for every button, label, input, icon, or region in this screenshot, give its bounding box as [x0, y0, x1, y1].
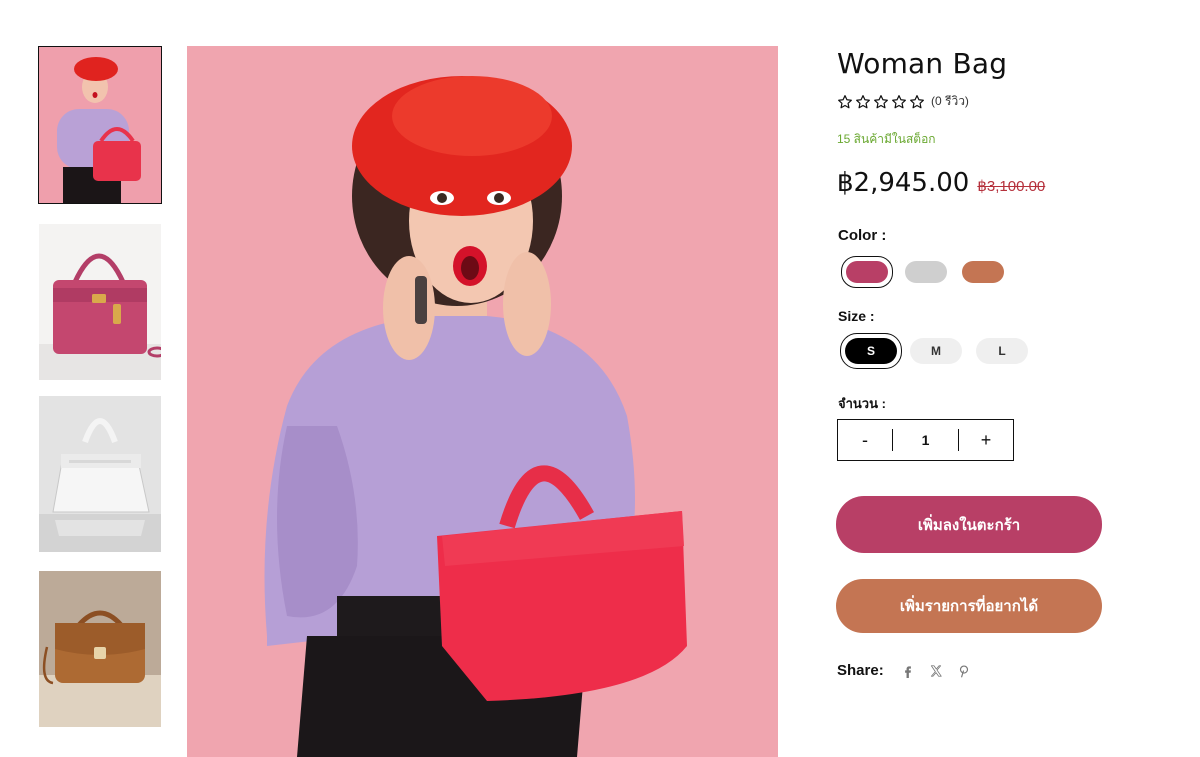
- star-outline-icon: [910, 94, 924, 108]
- woman-bag-thumbnail-image: [39, 47, 161, 203]
- quantity-increase-button[interactable]: +: [959, 420, 1013, 460]
- color-label: Color :: [838, 227, 887, 244]
- quantity-stepper: - 1 +: [837, 419, 1014, 461]
- x-icon[interactable]: [928, 663, 944, 679]
- star-outline-icon: [892, 94, 906, 108]
- pink-handbag-thumbnail-image: [39, 224, 161, 380]
- review-count[interactable]: (0 รีวิว): [931, 92, 969, 111]
- thumbnail-tan-satchel[interactable]: [39, 571, 161, 727]
- pinterest-icon[interactable]: [956, 663, 972, 679]
- quantity-label: จำนวน :: [838, 396, 886, 411]
- product-info-panel: Woman Bag (0 รีวิว) 15 สินค้ามีในสต็อก ฿…: [836, 0, 1176, 757]
- woman-with-red-bag-photo: [187, 46, 778, 757]
- quantity-input[interactable]: 1: [893, 432, 958, 448]
- size-option-m[interactable]: M: [910, 338, 962, 364]
- add-to-cart-button[interactable]: เพิ่มลงในตะกร้า: [836, 496, 1102, 553]
- thumbnail-woman-bag[interactable]: [38, 46, 162, 204]
- current-price: ฿2,945.00: [837, 168, 970, 198]
- color-swatch-gray[interactable]: [905, 261, 947, 283]
- thumbnail-pink-handbag[interactable]: [39, 224, 161, 380]
- share-label: Share:: [837, 662, 884, 679]
- stock-status: 15 สินค้ามีในสต็อก: [837, 132, 936, 146]
- main-product-image[interactable]: [187, 46, 778, 757]
- star-outline-icon: [838, 94, 852, 108]
- size-label: Size :: [838, 308, 875, 324]
- size-option-l[interactable]: L: [976, 338, 1028, 364]
- star-outline-icon: [874, 94, 888, 108]
- quantity-decrease-button[interactable]: -: [838, 420, 892, 460]
- product-rating[interactable]: (0 รีวิว): [837, 92, 969, 111]
- product-title: Woman Bag: [837, 47, 1008, 80]
- facebook-icon[interactable]: [900, 663, 916, 679]
- white-handbag-thumbnail-image: [39, 396, 161, 552]
- add-to-wishlist-button[interactable]: เพิ่มรายการที่อยากได้: [836, 579, 1102, 633]
- tan-satchel-thumbnail-image: [39, 571, 161, 727]
- color-swatch-pink[interactable]: [841, 256, 893, 288]
- original-price: ฿3,100.00: [977, 178, 1046, 195]
- thumbnail-white-handbag[interactable]: [39, 396, 161, 552]
- share-row: Share:: [837, 662, 984, 679]
- star-outline-icon: [856, 94, 870, 108]
- price-row: ฿2,945.00 ฿3,100.00: [837, 168, 1045, 198]
- size-option-s[interactable]: S: [840, 333, 902, 369]
- color-swatch-tan[interactable]: [962, 261, 1004, 283]
